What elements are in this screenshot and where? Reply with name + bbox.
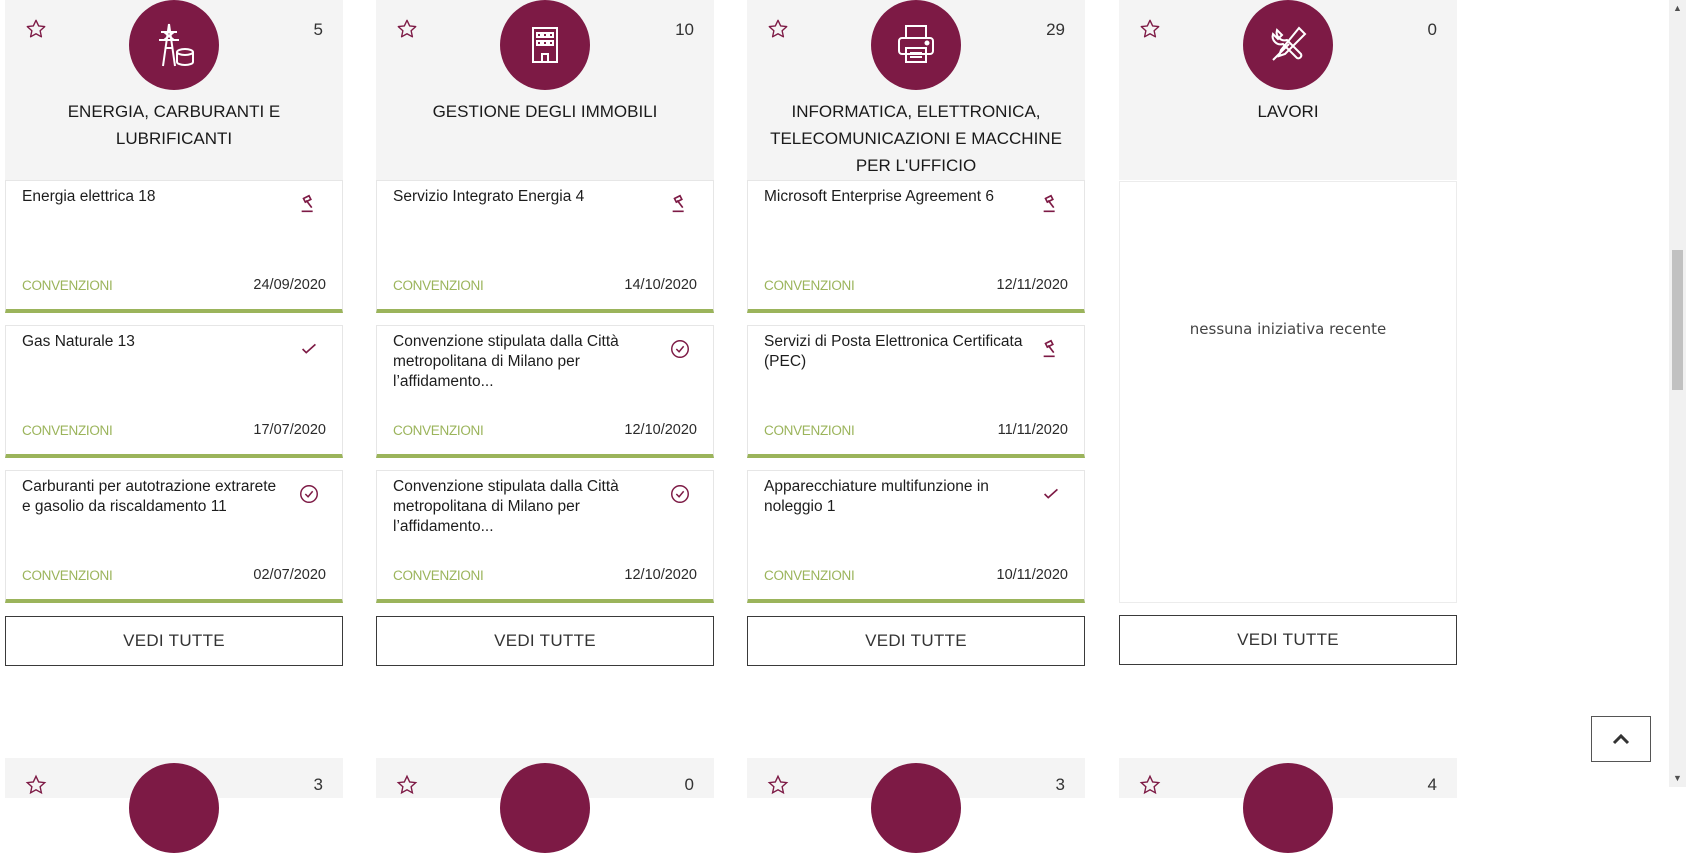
star-favorite-icon[interactable]	[25, 18, 47, 40]
vedi-tutte-button[interactable]: VEDI TUTTE	[376, 616, 714, 666]
card-title[interactable]: Apparecchiature multifunzione in noleggi…	[764, 477, 1026, 517]
initiative-count: 0	[1427, 20, 1437, 39]
category-icon-circle	[129, 0, 219, 90]
card-date: 14/10/2020	[624, 277, 697, 293]
category-icon-circle	[1243, 763, 1333, 853]
card-title[interactable]: Servizio Integrato Energia 4	[393, 187, 655, 207]
card-type-label: CONVENZIONI	[22, 423, 113, 438]
category-icon-circle	[1243, 0, 1333, 90]
card-title[interactable]: Energia elettrica 18	[22, 187, 284, 207]
empty-initiatives-box: nessuna iniziativa recente	[1119, 181, 1457, 603]
star-favorite-icon[interactable]	[1139, 18, 1161, 40]
chevron-up-icon	[1612, 733, 1630, 745]
building-icon	[532, 27, 558, 63]
initiative-count: 4	[1427, 775, 1437, 794]
card-type-label: CONVENZIONI	[393, 568, 484, 583]
card-type-label: CONVENZIONI	[22, 278, 113, 293]
star-favorite-icon[interactable]	[767, 18, 789, 40]
initiative-count: 29	[1046, 20, 1065, 39]
power-tower-icon	[159, 23, 194, 67]
initiative-card[interactable]: Convenzione stipulata dalla Città metrop…	[376, 325, 714, 458]
card-title[interactable]: Servizi di Posta Elettronica Certificata…	[764, 332, 1026, 372]
initiative-card[interactable]: Convenzione stipulata dalla Città metrop…	[376, 470, 714, 603]
card-type-label: CONVENZIONI	[393, 278, 484, 293]
category-title[interactable]: LAVORI	[1139, 98, 1437, 125]
vedi-tutte-button[interactable]: VEDI TUTTE	[1119, 615, 1457, 665]
category-title[interactable]: GESTIONE DEGLI IMMOBILI	[396, 98, 694, 125]
card-date: 12/10/2020	[624, 422, 697, 438]
star-favorite-icon[interactable]	[396, 18, 418, 40]
checkmark-icon	[301, 343, 316, 354]
scroll-up-arrow-icon[interactable]: ▲	[1669, 0, 1686, 17]
checkmark-icon	[1043, 488, 1058, 499]
card-title[interactable]: Carburanti per autotrazione extrarete e …	[22, 477, 284, 517]
card-date: 12/11/2020	[996, 277, 1069, 293]
category-header: 29 INFORMATICA, ELETTRONICA, TELECOMUNIC…	[747, 0, 1085, 180]
initiative-card[interactable]: Servizio Integrato Energia 4 CONVENZIONI…	[376, 180, 714, 313]
card-title[interactable]: Convenzione stipulata dalla Città metrop…	[393, 477, 655, 537]
card-type-label: CONVENZIONI	[393, 423, 484, 438]
initiative-count: 5	[313, 20, 323, 39]
scrollbar-thumb[interactable]	[1672, 250, 1683, 390]
category-title[interactable]: INFORMATICA, ELETTRONICA, TELECOMUNICAZI…	[767, 98, 1065, 179]
initiative-count: 0	[684, 775, 694, 794]
category-icon-circle	[871, 763, 961, 853]
card-type-label: CONVENZIONI	[764, 423, 855, 438]
card-date: 24/09/2020	[253, 277, 326, 293]
gavel-icon	[1043, 339, 1055, 358]
category-icon-circle	[871, 0, 961, 90]
card-type-label: CONVENZIONI	[764, 568, 855, 583]
card-date: 02/07/2020	[253, 567, 326, 583]
initiative-count: 3	[1055, 775, 1065, 794]
gavel-icon	[1043, 194, 1055, 213]
initiative-card[interactable]: Energia elettrica 18 CONVENZIONI 24/09/2…	[5, 180, 343, 313]
gavel-icon	[301, 194, 313, 213]
card-date: 12/10/2020	[624, 567, 697, 583]
star-favorite-icon[interactable]	[767, 774, 789, 796]
initiative-card[interactable]: Carburanti per autotrazione extrarete e …	[5, 470, 343, 603]
empty-message: nessuna iniziativa recente	[1189, 320, 1387, 338]
card-title[interactable]: Convenzione stipulata dalla Città metrop…	[393, 332, 655, 392]
scroll-down-arrow-icon[interactable]: ▼	[1669, 770, 1686, 787]
gavel-icon	[672, 194, 684, 213]
card-date: 17/07/2020	[253, 422, 326, 438]
initiative-card[interactable]: Gas Naturale 13 CONVENZIONI 17/07/2020	[5, 325, 343, 458]
category-header: 5 ENERGIA, CARBURANTI E LUBRIFICANTI	[5, 0, 343, 180]
back-to-top-button[interactable]	[1591, 716, 1651, 762]
initiative-card[interactable]: Apparecchiature multifunzione in noleggi…	[747, 470, 1085, 603]
card-title[interactable]: Gas Naturale 13	[22, 332, 284, 352]
category-header: 0 LAVORI	[1119, 0, 1457, 180]
card-date: 10/11/2020	[996, 567, 1069, 583]
initiative-card[interactable]: Microsoft Enterprise Agreement 6 CONVENZ…	[747, 180, 1085, 313]
printer-icon	[898, 25, 934, 63]
card-type-label: CONVENZIONI	[22, 568, 113, 583]
check-circle-icon	[671, 340, 689, 358]
category-icon-circle	[500, 0, 590, 90]
initiative-count: 10	[675, 20, 694, 39]
vedi-tutte-button[interactable]: VEDI TUTTE	[5, 616, 343, 666]
initiative-count: 3	[313, 775, 323, 794]
card-title[interactable]: Microsoft Enterprise Agreement 6	[764, 187, 1026, 207]
category-title[interactable]: ENERGIA, CARBURANTI E LUBRIFICANTI	[25, 98, 323, 152]
tools-icon	[1271, 26, 1307, 61]
check-circle-icon	[671, 485, 689, 503]
vertical-scrollbar[interactable]: ▲ ▼	[1669, 0, 1686, 787]
card-date: 11/11/2020	[997, 422, 1068, 438]
initiative-card[interactable]: Servizi di Posta Elettronica Certificata…	[747, 325, 1085, 458]
vedi-tutte-button[interactable]: VEDI TUTTE	[747, 616, 1085, 666]
card-type-label: CONVENZIONI	[764, 278, 855, 293]
star-favorite-icon[interactable]	[25, 774, 47, 796]
category-icon-circle	[129, 763, 219, 853]
check-circle-icon	[300, 485, 318, 503]
star-favorite-icon[interactable]	[1139, 774, 1161, 796]
category-icon-circle	[500, 763, 590, 853]
category-header: 10 GESTIONE DEGLI IMMOBILI	[376, 0, 714, 180]
star-favorite-icon[interactable]	[396, 774, 418, 796]
